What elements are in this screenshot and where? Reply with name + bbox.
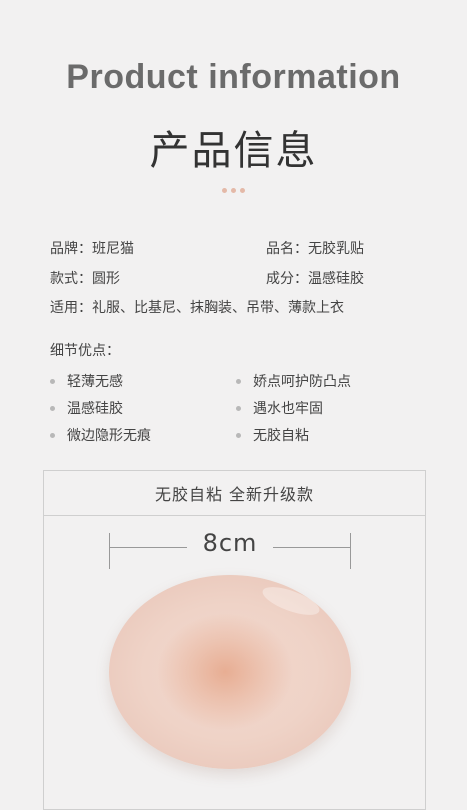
feature-label: 遇水也牢固 bbox=[253, 401, 323, 417]
spec-material: 成分：温感硅胶 bbox=[266, 271, 364, 287]
silicone-pad-image bbox=[109, 575, 351, 769]
measure-line-right bbox=[273, 547, 351, 548]
size-measure: 8cm bbox=[109, 529, 351, 569]
bullet-icon bbox=[50, 378, 55, 384]
feature-item: 无胶自粘 bbox=[236, 425, 309, 445]
measure-tick-right bbox=[350, 533, 351, 569]
bullet-icon bbox=[50, 405, 55, 411]
feature-label: 娇点呵护防凸点 bbox=[253, 374, 351, 390]
feature-label: 微边隐形无痕 bbox=[67, 428, 151, 444]
decorative-dots bbox=[0, 188, 467, 193]
feature-item: 娇点呵护防凸点 bbox=[236, 371, 351, 391]
feature-item: 遇水也牢固 bbox=[236, 398, 323, 418]
pad-highlight bbox=[259, 581, 323, 621]
details-title: 细节优点： bbox=[50, 343, 120, 359]
dot bbox=[222, 188, 227, 193]
feature-item: 微边隐形无痕 bbox=[50, 425, 151, 445]
bullet-icon bbox=[236, 432, 241, 438]
title-english: Product information bbox=[66, 58, 401, 96]
dot bbox=[231, 188, 236, 193]
feature-label: 轻薄无感 bbox=[67, 374, 123, 390]
feature-item: 温感硅胶 bbox=[50, 398, 123, 418]
spec-name: 品名：无胶乳贴 bbox=[266, 241, 364, 257]
feature-label: 无胶自粘 bbox=[253, 428, 309, 444]
product-box: 无胶自粘 全新升级款 8cm bbox=[43, 470, 426, 810]
bullet-icon bbox=[236, 378, 241, 384]
dot bbox=[240, 188, 245, 193]
size-label: 8cm bbox=[202, 529, 258, 557]
spec-style: 款式：圆形 bbox=[50, 271, 120, 287]
spec-usage: 适用：礼服、比基尼、抹胸装、吊带、薄款上衣 bbox=[50, 300, 344, 316]
spec-brand: 品牌：班尼猫 bbox=[50, 241, 134, 257]
product-box-header: 无胶自粘 全新升级款 bbox=[44, 471, 425, 516]
bullet-icon bbox=[50, 432, 55, 438]
feature-label: 温感硅胶 bbox=[67, 401, 123, 417]
bullet-icon bbox=[236, 405, 241, 411]
feature-item: 轻薄无感 bbox=[50, 371, 123, 391]
title-chinese: 产品信息 bbox=[149, 128, 318, 174]
